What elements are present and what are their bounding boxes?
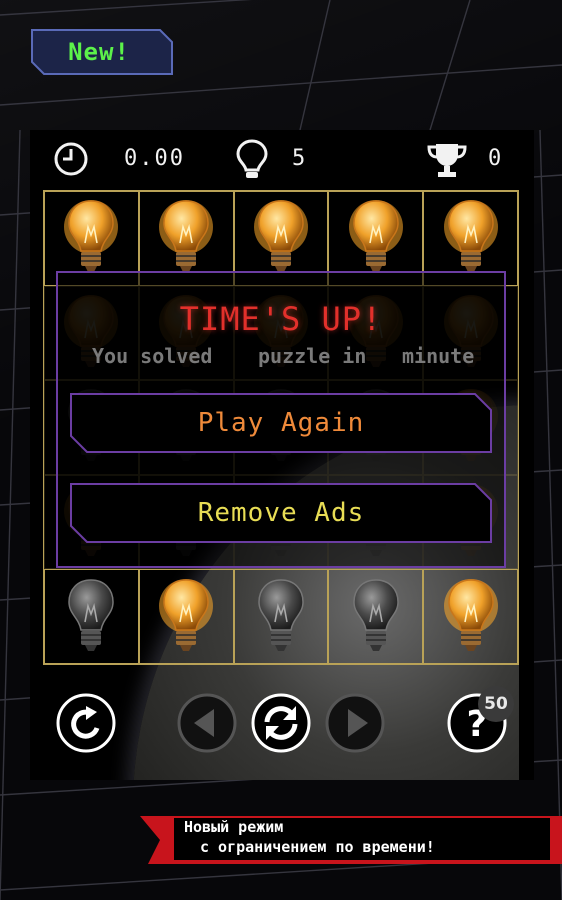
lightbulb-icon xyxy=(236,139,268,178)
remove-ads-label: Remove Ads xyxy=(197,498,365,528)
restart-button[interactable] xyxy=(250,692,312,754)
grid-cell[interactable] xyxy=(44,569,139,664)
undo-button[interactable] xyxy=(55,692,117,754)
bulb-off-icon xyxy=(353,578,399,651)
bulb-on-icon xyxy=(253,200,308,273)
bulb-off-icon xyxy=(68,578,115,651)
hints-value: 5 xyxy=(292,146,308,171)
bulb-on-icon xyxy=(159,200,214,273)
previous-button[interactable] xyxy=(176,692,238,754)
grid-cell[interactable] xyxy=(328,569,424,664)
restart-icon xyxy=(251,693,311,753)
grid-cell[interactable] xyxy=(138,569,234,664)
remove-ads-button[interactable]: Remove Ads xyxy=(70,483,492,543)
previous-icon xyxy=(177,693,237,753)
dialog-subtitle-part-1: You solved xyxy=(92,344,213,368)
dialog-subtitle-part-2: puzzle in xyxy=(258,344,367,368)
bulb-on-icon xyxy=(443,578,498,651)
grid-cell[interactable] xyxy=(233,569,329,664)
new-badge-label: New! xyxy=(68,38,130,66)
play-again-button[interactable]: Play Again xyxy=(70,393,492,453)
new-badge[interactable]: New! xyxy=(30,28,174,76)
trophy-icon xyxy=(427,144,467,177)
next-button[interactable] xyxy=(324,692,386,754)
bulb-on-icon xyxy=(64,200,119,273)
hint-cost-badge: 50 xyxy=(478,686,514,722)
timer-value: 0.00 xyxy=(124,146,185,171)
play-again-label: Play Again xyxy=(197,408,365,438)
promo-banner: Новый режим с ограничением по времени! xyxy=(140,812,562,868)
dialog-title: TIME'S UP! xyxy=(179,300,383,338)
next-icon xyxy=(325,693,385,753)
grid-cell[interactable] xyxy=(423,569,518,664)
undo-icon xyxy=(56,693,116,753)
promo-line-2: с ограничением по времени! xyxy=(200,838,435,856)
bulb-off-icon xyxy=(258,578,304,651)
bulb-on-icon xyxy=(348,200,403,273)
bulb-on-icon xyxy=(159,578,214,651)
dialog-subtitle-part-3: minute xyxy=(402,344,475,368)
trophies-value: 0 xyxy=(488,146,504,171)
promo-line-1: Новый режим xyxy=(184,818,284,836)
bulb-on-icon xyxy=(443,200,498,273)
clock-icon xyxy=(54,142,88,176)
